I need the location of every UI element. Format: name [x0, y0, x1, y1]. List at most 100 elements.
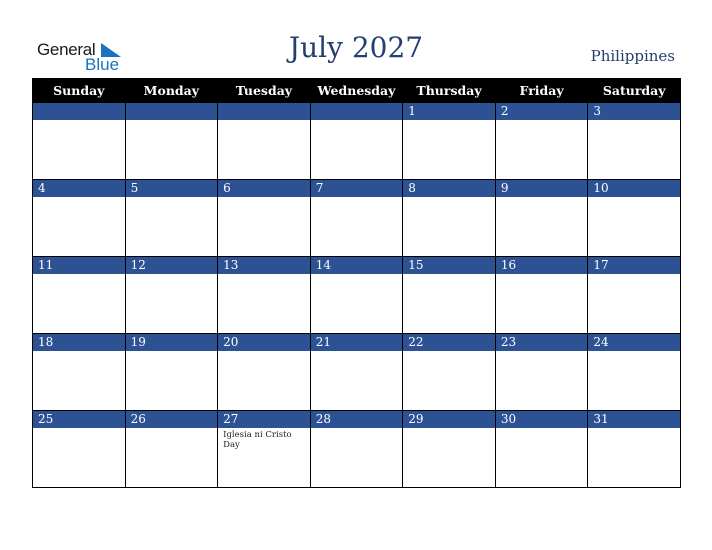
day-cell[interactable]: 24 — [587, 333, 681, 411]
day-cell[interactable]: 6 — [217, 179, 311, 257]
day-cell[interactable]: 17 — [587, 256, 681, 334]
holiday-label — [33, 274, 125, 276]
day-cell[interactable] — [32, 102, 126, 180]
day-number: 29 — [403, 411, 495, 428]
holiday-label — [126, 120, 218, 122]
holiday-label — [218, 197, 310, 199]
holiday-label — [588, 274, 680, 276]
day-number: 3 — [588, 103, 680, 120]
day-cell[interactable]: 21 — [309, 333, 404, 411]
holiday-label — [496, 351, 588, 353]
day-cell[interactable]: 27 Iglesia ni Cristo Day — [217, 410, 311, 488]
holiday-label — [126, 197, 218, 199]
day-cell[interactable]: 12 — [124, 256, 219, 334]
day-number: 11 — [33, 257, 125, 274]
holiday-label — [403, 351, 495, 353]
day-number: 8 — [403, 180, 495, 197]
holiday-label — [403, 120, 495, 122]
day-cell[interactable]: 29 — [402, 410, 496, 488]
holiday-label — [496, 274, 588, 276]
holiday-label — [33, 120, 125, 122]
country-label: Philippines — [590, 47, 675, 65]
holiday-label — [311, 120, 403, 122]
day-cell[interactable]: 26 — [124, 410, 219, 488]
day-cell[interactable] — [124, 102, 219, 180]
day-cell[interactable]: 9 — [494, 179, 589, 257]
day-cell[interactable]: 28 — [309, 410, 404, 488]
day-cell[interactable]: 23 — [494, 333, 589, 411]
day-number: 26 — [125, 411, 218, 428]
day-number: 2 — [495, 103, 588, 120]
holiday-label — [33, 197, 125, 199]
day-number: 21 — [310, 334, 403, 351]
weekday-header: Tuesday — [217, 78, 311, 103]
holiday-label — [311, 351, 403, 353]
week-row: 4 5 6 7 8 9 10 — [32, 179, 681, 257]
day-cell[interactable]: 2 — [494, 102, 589, 180]
day-number: 15 — [403, 257, 495, 274]
day-cell[interactable]: 11 — [32, 256, 126, 334]
day-number: 31 — [588, 411, 680, 428]
day-cell[interactable]: 19 — [124, 333, 219, 411]
day-cell[interactable]: 7 — [309, 179, 404, 257]
day-number: 23 — [495, 334, 588, 351]
holiday-label — [33, 351, 125, 353]
day-number: 22 — [403, 334, 495, 351]
weekday-header: Saturday — [587, 78, 681, 103]
week-row: 11 12 13 14 15 16 17 — [32, 256, 681, 334]
day-cell[interactable]: 8 — [402, 179, 496, 257]
day-number: 7 — [310, 180, 403, 197]
day-cell[interactable]: 5 — [124, 179, 219, 257]
weekday-header: Wednesday — [309, 78, 404, 103]
day-number: 25 — [33, 411, 125, 428]
day-cell[interactable]: 16 — [494, 256, 589, 334]
weekday-header: Monday — [124, 78, 219, 103]
holiday-label — [218, 120, 310, 122]
day-cell[interactable]: 3 — [587, 102, 681, 180]
weekday-header: Sunday — [32, 78, 126, 103]
day-cell[interactable]: 30 — [494, 410, 589, 488]
day-cell[interactable]: 25 — [32, 410, 126, 488]
day-cell[interactable] — [217, 102, 311, 180]
day-cell[interactable] — [309, 102, 404, 180]
day-cell[interactable]: 14 — [309, 256, 404, 334]
holiday-label — [588, 351, 680, 353]
holiday-label — [311, 197, 403, 199]
day-number — [310, 103, 403, 120]
day-cell[interactable]: 10 — [587, 179, 681, 257]
holiday-label — [588, 197, 680, 199]
holiday-label — [218, 351, 310, 353]
day-cell[interactable]: 13 — [217, 256, 311, 334]
day-number: 6 — [218, 180, 310, 197]
holiday-label — [496, 428, 588, 430]
week-row: 18 19 20 21 22 23 24 — [32, 333, 681, 411]
day-number: 12 — [125, 257, 218, 274]
day-number: 27 — [218, 411, 310, 428]
day-number: 4 — [33, 180, 125, 197]
day-number: 24 — [588, 334, 680, 351]
holiday-label — [218, 274, 310, 276]
day-number: 20 — [218, 334, 310, 351]
day-cell[interactable]: 4 — [32, 179, 126, 257]
day-cell[interactable]: 31 — [587, 410, 681, 488]
day-number: 14 — [310, 257, 403, 274]
holiday-label: Iglesia ni Cristo Day — [223, 430, 292, 450]
day-number — [33, 103, 125, 120]
day-cell[interactable]: 15 — [402, 256, 496, 334]
day-cell[interactable]: 18 — [32, 333, 126, 411]
holiday-label — [126, 428, 218, 430]
day-number: 10 — [588, 180, 680, 197]
holiday-label — [403, 197, 495, 199]
day-number: 9 — [495, 180, 588, 197]
day-number: 16 — [495, 257, 588, 274]
holiday-label — [403, 274, 495, 276]
day-number: 28 — [310, 411, 403, 428]
day-number: 13 — [218, 257, 310, 274]
day-number — [125, 103, 218, 120]
week-row: 25 26 27 Iglesia ni Cristo Day 28 29 30 31 — [32, 410, 681, 488]
day-number: 5 — [125, 180, 218, 197]
weekday-header: Friday — [494, 78, 589, 103]
day-cell[interactable]: 1 — [402, 102, 496, 180]
day-cell[interactable]: 20 — [217, 333, 311, 411]
day-cell[interactable]: 22 — [402, 333, 496, 411]
